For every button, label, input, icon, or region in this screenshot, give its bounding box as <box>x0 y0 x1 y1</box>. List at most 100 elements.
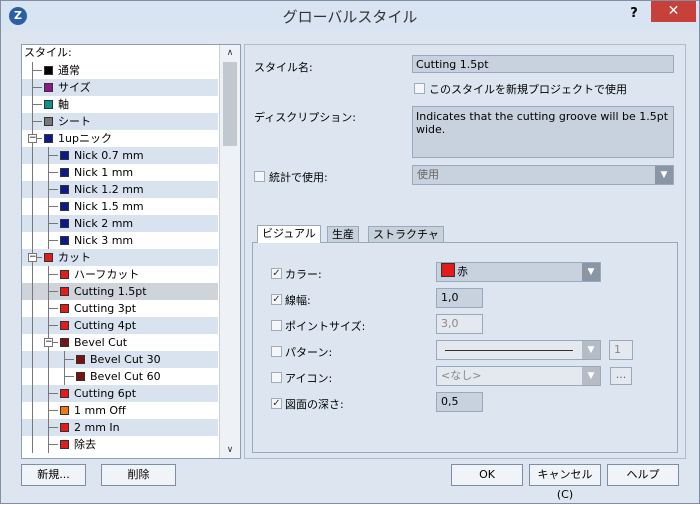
description-field[interactable]: Indicates that the cutting groove will b… <box>412 106 674 158</box>
pattern-select[interactable]: ▼ <box>436 340 601 360</box>
tree-guide-line <box>64 359 74 360</box>
depth-field[interactable]: 0,5 <box>436 392 483 412</box>
chevron-down-icon[interactable]: ▼ <box>582 367 600 385</box>
icon-select[interactable]: <なし> ▼ <box>436 366 601 386</box>
chevron-down-icon[interactable]: ▼ <box>582 341 600 359</box>
collapse-icon[interactable]: − <box>28 253 37 262</box>
tree-item-label: Cutting 4pt <box>74 319 137 332</box>
tree-row[interactable]: Bevel Cut 60 <box>22 368 218 385</box>
tree-row[interactable]: 2 mm In <box>22 419 218 436</box>
tree-item-label: Nick 1.2 mm <box>74 183 144 196</box>
style-color-swatch <box>60 389 69 398</box>
tree-item-label: Cutting 1.5pt <box>74 285 147 298</box>
point-size-label: ポイントサイズ: <box>285 320 366 333</box>
tree-row[interactable]: Nick 0.7 mm <box>22 147 218 164</box>
tree-row[interactable]: Nick 1.5 mm <box>22 198 218 215</box>
tree-row[interactable]: 通常 <box>22 62 218 79</box>
tree-row[interactable]: ハーフカット <box>22 266 218 283</box>
style-color-swatch <box>44 83 53 92</box>
dialog-window: Z グローバルスタイル ? ✕ スタイル: 通常 サイズ軸シート − 1upニック Ni… <box>0 0 700 504</box>
dialog-client: スタイル: 通常 サイズ軸シート − 1upニック Nick 0.7 mm Nick 1 … <box>8 32 693 501</box>
color-checkbox[interactable]: ✓ <box>271 268 282 279</box>
pattern-number-field[interactable]: 1 <box>609 340 633 360</box>
style-color-swatch <box>60 236 69 245</box>
tree-item-label: シート <box>58 115 91 128</box>
tree-row[interactable]: − 1upニック <box>22 130 218 147</box>
depth-checkbox[interactable]: ✓ <box>271 398 282 409</box>
tree-row[interactable]: Cutting 3pt <box>22 300 218 317</box>
icon-label: アイコン: <box>285 372 333 385</box>
tree-row[interactable]: Nick 1 mm <box>22 164 218 181</box>
tree-guide-line <box>32 266 33 283</box>
tree-row[interactable]: − カット <box>22 249 218 266</box>
line-width-checkbox[interactable]: ✓ <box>271 294 282 305</box>
tree-guide-line <box>48 172 58 173</box>
icon-checkbox[interactable] <box>271 372 282 383</box>
window-title: グローバルスタイル <box>282 8 418 26</box>
tree-row[interactable]: Nick 3 mm <box>22 232 218 249</box>
delete-button[interactable]: 削除 <box>101 464 176 486</box>
collapse-icon[interactable]: − <box>28 134 37 143</box>
chevron-down-icon[interactable]: ▼ <box>655 166 673 184</box>
scroll-down-icon[interactable]: ∨ <box>220 442 240 458</box>
tree-guide-line <box>48 223 58 224</box>
tree-guide-line <box>32 104 42 105</box>
stats-use-select[interactable]: 使用 ▼ <box>412 165 674 185</box>
point-size-field[interactable]: 3,0 <box>436 314 483 334</box>
style-name-field[interactable]: Cutting 1.5pt <box>412 55 674 73</box>
tree-row[interactable]: Nick 1.2 mm <box>22 181 218 198</box>
tab-visual[interactable]: ビジュアル <box>257 225 321 243</box>
style-color-swatch <box>60 270 69 279</box>
help-question-button[interactable]: ? <box>621 4 647 24</box>
stats-use-checkbox[interactable] <box>254 171 265 182</box>
tree-guide-line <box>48 189 58 190</box>
tree-item-label: Nick 1 mm <box>74 166 134 179</box>
tree-guide-line <box>32 232 33 249</box>
icon-browse-button[interactable]: ... <box>610 367 632 385</box>
tree-guide-line <box>32 215 33 232</box>
style-color-swatch <box>44 66 53 75</box>
tree-row[interactable]: サイズ <box>22 79 218 96</box>
line-width-field[interactable]: 1,0 <box>436 288 483 308</box>
new-project-checkbox[interactable] <box>414 83 425 94</box>
line-width-label: 線幅: <box>285 294 311 307</box>
tree-guide-line <box>48 444 58 445</box>
tree-guide-line <box>32 300 33 317</box>
tree-row[interactable]: 除去 <box>22 436 218 453</box>
tree-row[interactable]: 1 mm Off <box>22 402 218 419</box>
tree-row[interactable]: シート <box>22 113 218 130</box>
tree-scrollbar[interactable]: ∧ ∨ <box>219 45 240 458</box>
tree-row[interactable]: 軸 <box>22 96 218 113</box>
new-button[interactable]: 新規... <box>21 464 86 486</box>
close-button[interactable]: ✕ <box>651 1 696 22</box>
tree-row[interactable]: Bevel Cut 30 <box>22 351 218 368</box>
style-name-label: スタイル名: <box>254 61 313 74</box>
help-button[interactable]: ヘルプ <box>607 464 679 486</box>
cancel-button[interactable]: キャンセル(C) <box>529 464 601 501</box>
icon-value: <なし> <box>441 369 482 382</box>
chevron-down-icon[interactable]: ▼ <box>582 263 600 281</box>
tree-row[interactable]: Nick 2 mm <box>22 215 218 232</box>
tree-guide-line <box>32 368 33 385</box>
tree-guide-line <box>32 436 33 453</box>
point-size-checkbox[interactable] <box>271 320 282 331</box>
new-project-label: このスタイルを新規プロジェクトで使用 <box>429 83 627 96</box>
tree-row[interactable]: Cutting 4pt <box>22 317 218 334</box>
ok-button[interactable]: OK <box>451 464 523 486</box>
tab-production[interactable]: 生産 <box>327 226 359 242</box>
tree-guide-line <box>48 368 49 385</box>
tree-row[interactable]: − Bevel Cut <box>22 334 218 351</box>
tab-panel: ビジュアル 生産 ストラクチャ ✓ カラー: 赤 ▼ ✓ 線幅: 1,0 ポイン… <box>252 225 678 453</box>
collapse-icon[interactable]: − <box>44 338 53 347</box>
tree-row[interactable]: Cutting 6pt <box>22 385 218 402</box>
tree-guide-line <box>32 334 33 351</box>
color-select[interactable]: 赤 ▼ <box>436 262 601 282</box>
pattern-checkbox[interactable] <box>271 346 282 357</box>
style-color-swatch <box>60 185 69 194</box>
scroll-thumb[interactable] <box>223 62 237 146</box>
tree-guide-line <box>32 198 33 215</box>
scroll-up-icon[interactable]: ∧ <box>220 45 240 61</box>
tree-row[interactable]: Cutting 1.5pt <box>22 283 218 300</box>
tree-item-label: Nick 3 mm <box>74 234 134 247</box>
tab-structure[interactable]: ストラクチャ <box>368 226 444 242</box>
